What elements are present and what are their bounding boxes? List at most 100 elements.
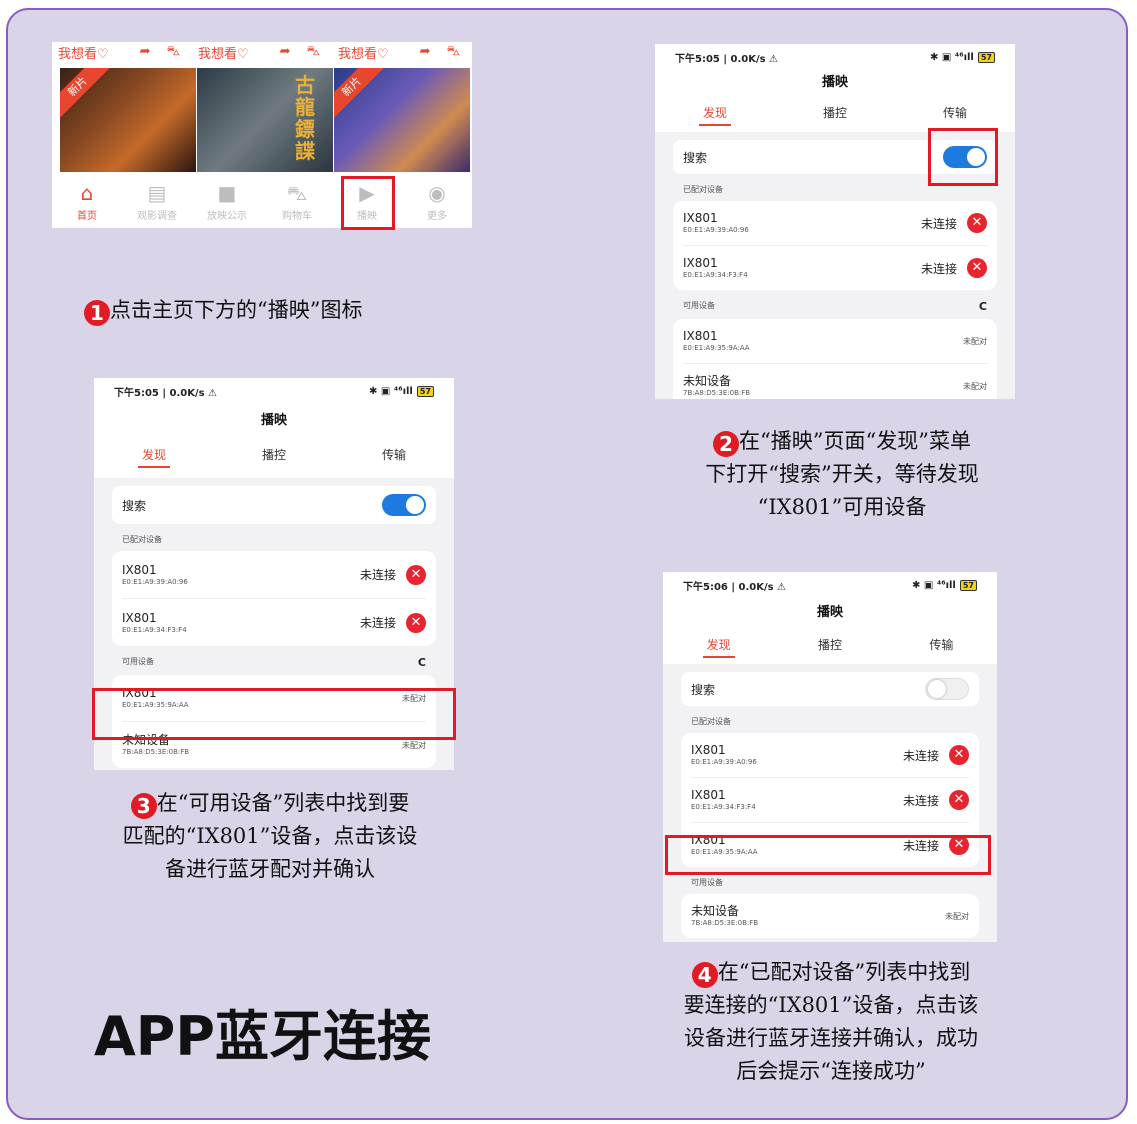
want-label[interactable]: 我想看♡ [198,43,249,62]
paired-list: IX801 E0:E1:A9:39:A0:96 未连接 ✕ IX801 E0:E1:A9… [673,201,997,290]
tab-label: 传输 [381,448,406,462]
tab-transfer[interactable]: 传输 [895,96,1015,132]
want-cell[interactable]: 我想看♡ ➦ ⛍ [332,42,472,62]
page-title-main: APP蓝牙连接 [94,1005,431,1068]
share-cart-icon[interactable]: ➦ ⛍ [280,44,326,61]
device-name: IX801 [691,788,726,802]
device-row[interactable]: IX801 E0:E1:A9:35:9A:AA 未配对 [683,319,987,364]
device-row[interactable]: 未知设备 7B:A8:D5:3E:0B:FB 未配对 [683,364,987,399]
device-mac: 7B:A8:D5:3E:0B:FB [683,389,751,397]
signal-icon: ⁴⁶ıll [393,385,413,397]
movie-poster[interactable]: 新片 [60,68,196,172]
close-icon[interactable]: ✕ [949,745,969,765]
device-mac: 7B:A8:D5:3E:0B:FB [122,748,190,756]
refresh-icon[interactable]: C [979,300,987,313]
new-ribbon: 新片 [60,68,113,122]
tab-discover[interactable]: 发现 [663,628,774,664]
paired-section-header: 已配对设备 [663,706,997,733]
highlight-box [665,835,991,875]
section-label: 可用设备 [683,301,715,310]
close-icon[interactable]: ✕ [949,790,969,810]
status-bar: 下午5:05 | 0.0K/s ⚠ ✱ ▣ ⁴⁶ıll 57 [94,378,454,404]
step-text: 设备进行蓝牙连接并确认，成功 [684,1026,978,1050]
close-icon[interactable]: ✕ [967,213,987,233]
close-icon[interactable]: ✕ [967,258,987,278]
step-text: 在“播映”页面“发现”菜单 [739,429,971,453]
device-mac: 7B:A8:D5:3E:0B:FB [691,919,759,927]
step-number: 3 [130,793,157,819]
section-label: 已配对设备 [683,185,723,194]
device-row[interactable]: IX801 E0:E1:A9:34:F3:F4 未连接 ✕ [691,778,969,823]
device-status: 未配对 [963,381,987,391]
share-cart-icon[interactable]: ➦ ⛍ [420,44,466,61]
tab-label: 发现 [698,106,731,126]
nav-item-screening[interactable]: ■ 放映公示 [192,176,262,228]
search-toggle[interactable] [382,494,426,516]
tab-label: 发现 [137,448,170,468]
signal-icon: ⁴⁶ıll [936,579,956,591]
tab-control[interactable]: 播控 [214,438,334,478]
status-time: 下午5:05 | 0.0K/s ⚠ [675,53,779,65]
close-icon[interactable]: ✕ [406,564,426,585]
want-cell[interactable]: 我想看♡ ➦ ⛍ [52,42,192,62]
phone-screen-step4: 下午5:06 | 0.0K/s ⚠ ✱ ▣ ⁴⁶ıll 57 播映 发现 播控 传输… [663,572,997,942]
device-row[interactable]: IX801 E0:E1:A9:34:F3:F4 未连接 ✕ [122,599,426,646]
want-cell[interactable]: 我想看♡ ➦ ⛍ [192,42,332,62]
device-row[interactable]: IX801 E0:E1:A9:39:A0:96 未连接 ✕ [691,733,969,778]
device-name: IX801 [122,562,157,577]
tab-discover[interactable]: 发现 [655,96,775,132]
tab-transfer[interactable]: 传输 [886,628,997,664]
tab-label: 播控 [817,638,842,652]
step-text: 在“已配对设备”列表中找到 [717,960,971,984]
want-label[interactable]: 我想看♡ [58,43,109,62]
device-name: IX801 [683,256,718,270]
device-mac: E0:E1:A9:39:A0:96 [683,226,749,234]
device-mac: E0:E1:A9:34:F3:F4 [691,803,756,811]
close-icon[interactable]: ✕ [406,612,426,633]
video-icon: ■ [217,181,237,205]
device-name: 未知设备 [691,904,740,918]
search-toggle[interactable] [925,678,969,700]
device-row[interactable]: IX801 E0:E1:A9:39:A0:96 未连接 ✕ [683,201,987,246]
tab-control[interactable]: 播控 [774,628,885,664]
search-label: 搜索 [683,150,708,165]
page-title: 播映 [94,404,454,438]
step-text: 备进行蓝牙配对并确认 [165,857,375,881]
nav-item-home[interactable]: ⌂ 首页 [52,176,122,228]
tab-control[interactable]: 播控 [775,96,895,132]
want-label[interactable]: 我想看♡ [338,43,389,62]
battery-icon: 57 [416,385,434,397]
highlight-box [92,688,456,740]
person-icon: ◉ [428,181,446,205]
step-text: 下打开“搜索”开关，等待发现 [705,462,979,486]
device-name: IX801 [122,610,157,625]
tab-label: 传输 [929,638,954,652]
movie-poster[interactable]: 新片 [334,68,470,172]
nav-item-survey[interactable]: ▤ 观影调查 [122,176,192,228]
step-number: 1 [84,300,110,326]
step-4-caption: 4 在“已配对设备”列表中找到 要连接的“IX801”设备，点击该 设备进行蓝牙连… [646,956,1016,1088]
signal-icon: ⁴⁶ıll [954,51,974,63]
page-title: 播映 [663,598,997,628]
step-text: 点击主页下方的“播映”图标 [110,298,363,322]
device-status: 未连接 [920,216,957,231]
refresh-icon[interactable]: C [418,656,426,669]
nav-label: 首页 [77,211,97,222]
device-status: 未连接 [920,261,957,276]
status-icons: ✱ ▣ ⁴⁶ıll 57 [369,385,434,397]
share-cart-icon[interactable]: ➦ ⛍ [140,44,186,61]
nav-item-cart[interactable]: ⛍ 购物车 [262,176,332,228]
device-row[interactable]: IX801 E0:E1:A9:34:F3:F4 未连接 ✕ [683,246,987,290]
device-row[interactable]: IX801 E0:E1:A9:39:A0:96 未连接 ✕ [122,551,426,599]
tab-discover[interactable]: 发现 [94,438,214,478]
search-label: 搜索 [122,498,147,513]
poster-title: 古龍鏢諜 [295,73,315,163]
home-icon: ⌂ [80,181,94,205]
step-text: 匹配的“IX801”设备，点击该设 [122,824,418,848]
movie-poster[interactable]: 古龍鏢諜 [197,68,333,172]
want-row: 我想看♡ ➦ ⛍ 我想看♡ ➦ ⛍ 我想看♡ ➦ ⛍ [52,42,472,62]
status-time: 下午5:05 | 0.0K/s ⚠ [114,387,218,399]
device-row[interactable]: 未知设备 7B:A8:D5:3E:0B:FB 未配对 [691,894,969,938]
nav-item-more[interactable]: ◉ 更多 [402,176,472,228]
tab-transfer[interactable]: 传输 [334,438,454,478]
